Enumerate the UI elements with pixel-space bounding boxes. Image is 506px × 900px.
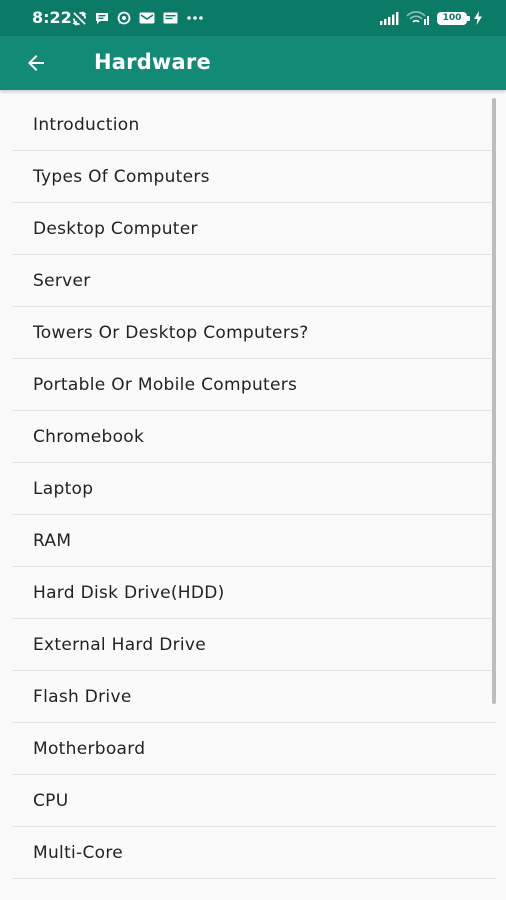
more-icon bbox=[187, 16, 203, 20]
list-item[interactable]: Towers Or Desktop Computers? bbox=[12, 307, 496, 359]
scrollbar[interactable] bbox=[492, 98, 496, 704]
list-item-label: Server bbox=[33, 270, 91, 291]
list-item[interactable]: Portable Or Mobile Computers bbox=[12, 359, 496, 411]
list-item-label: Multi-Core bbox=[33, 842, 124, 863]
sync-disabled-icon bbox=[72, 10, 87, 26]
page-title: Hardware bbox=[94, 50, 211, 74]
list-item-label: Desktop Computer bbox=[33, 218, 198, 239]
wifi-icon bbox=[406, 11, 429, 25]
list-item[interactable]: Server bbox=[12, 255, 496, 307]
battery-icon: 100 bbox=[437, 11, 470, 25]
arrow-back-icon bbox=[28, 55, 44, 71]
gmail-icon bbox=[139, 12, 155, 24]
list-item-label: Introduction bbox=[33, 114, 140, 135]
list-item[interactable]: RAM bbox=[12, 515, 496, 567]
status-system-icons: 100 bbox=[379, 9, 482, 27]
battery-level: 100 bbox=[442, 12, 462, 23]
list-item-label: Laptop bbox=[33, 478, 94, 499]
list-item[interactable]: Multi-Core bbox=[12, 827, 496, 879]
mail-icon bbox=[163, 12, 178, 24]
back-button[interactable] bbox=[18, 45, 54, 81]
list-item-label: Towers Or Desktop Computers? bbox=[33, 322, 309, 343]
list-item-label: RAM bbox=[33, 530, 72, 551]
list-item-label: Hard Disk Drive(HDD) bbox=[33, 582, 225, 603]
screen: 8:22 100 Hardware Introduction Types Of … bbox=[0, 0, 506, 900]
charging-icon bbox=[474, 11, 482, 25]
whatsapp-icon bbox=[117, 11, 131, 25]
topic-list[interactable]: Introduction Types Of Computers Desktop Co… bbox=[0, 90, 506, 900]
message-icon bbox=[96, 12, 108, 24]
status-bar: 8:22 100 bbox=[0, 0, 506, 36]
list-item-label: Portable Or Mobile Computers bbox=[33, 374, 298, 395]
list-item-label: CPU bbox=[33, 790, 69, 811]
app-bar: Hardware bbox=[0, 36, 506, 90]
list-item-label: Motherboard bbox=[33, 738, 146, 759]
list-item-label: Flash Drive bbox=[33, 686, 132, 707]
list-item[interactable]: Flash Drive bbox=[12, 671, 496, 723]
list-item[interactable]: Motherboard bbox=[12, 723, 496, 775]
status-notification-icons bbox=[72, 10, 204, 26]
list-item-label: Types Of Computers bbox=[33, 166, 210, 187]
list-item[interactable]: Hard Disk Drive(HDD) bbox=[12, 567, 496, 619]
list-item[interactable]: Introduction bbox=[12, 99, 496, 151]
list-item-label: Chromebook bbox=[33, 426, 145, 447]
list-item[interactable]: Desktop Computer bbox=[12, 203, 496, 255]
status-time: 8:22 bbox=[32, 8, 72, 27]
list-item-label: External Hard Drive bbox=[33, 634, 207, 655]
list-item[interactable]: External Hard Drive bbox=[12, 619, 496, 671]
list-item[interactable]: Types Of Computers bbox=[12, 151, 496, 203]
signal-icon bbox=[380, 11, 399, 25]
list-item[interactable]: Chromebook bbox=[12, 411, 496, 463]
list-item[interactable]: CPU bbox=[12, 775, 496, 827]
list-item[interactable]: Laptop bbox=[12, 463, 496, 515]
